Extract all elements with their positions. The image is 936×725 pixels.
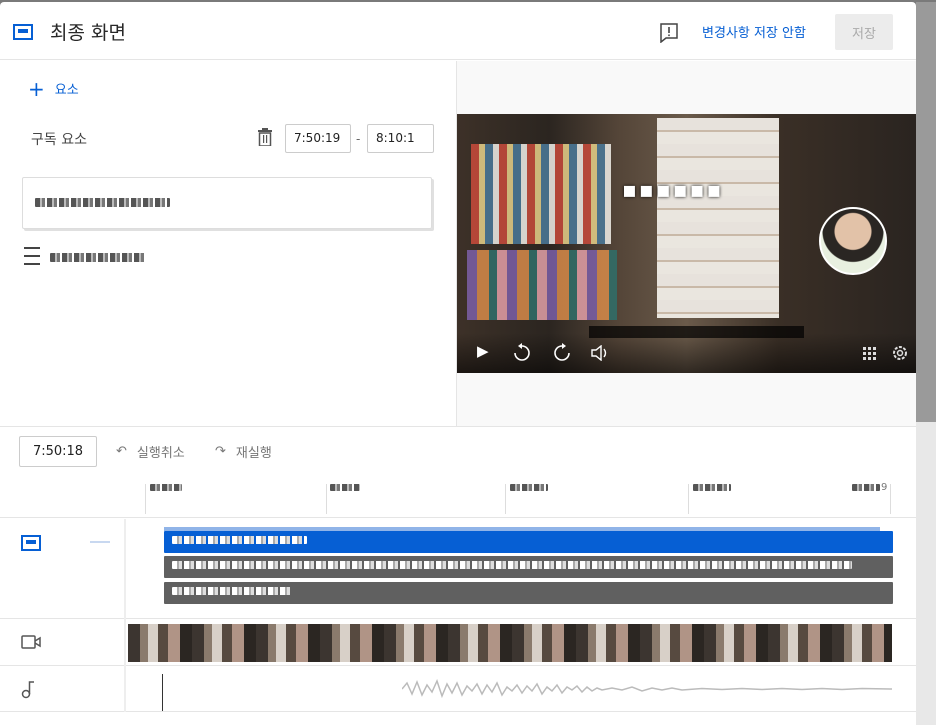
redo-button[interactable]: ↷ 재실행 <box>215 442 272 461</box>
ruler-tick <box>890 484 891 514</box>
ruler-tick <box>505 484 506 514</box>
plus-icon: + <box>28 76 45 101</box>
settings-icon[interactable] <box>891 344 909 362</box>
end-screen-track-icon <box>21 535 41 551</box>
subscribe-element-label: 구독 요소 <box>31 132 87 148</box>
elements-track <box>0 519 916 619</box>
ruler-tick <box>688 484 689 514</box>
audio-waveform <box>402 679 892 699</box>
ruler-label <box>852 484 880 491</box>
ruler-end-label: 9 <box>881 482 888 493</box>
timeline-toolbar: 7:50:18 ↶ 실행취소 ↷ 재실행 <box>0 426 916 478</box>
end-screen-icon <box>13 24 33 40</box>
subscribe-clip-selected[interactable] <box>164 531 893 553</box>
subscribe-avatar[interactable] <box>819 207 887 275</box>
redo-label: 재실행 <box>235 446 272 461</box>
ruler-tick <box>326 484 327 514</box>
video-element-thumbnail[interactable] <box>471 144 611 244</box>
current-time-input[interactable]: 7:50:18 <box>19 436 97 467</box>
background-overlay <box>916 2 936 725</box>
ruler-label <box>693 484 731 491</box>
elements-panel: + 요소 구독 요소 7:50:19 - 8:10:1 <box>0 61 456 426</box>
rewind-10-icon[interactable] <box>512 343 532 363</box>
video-filmstrip[interactable] <box>128 624 892 662</box>
volume-icon[interactable] <box>591 345 609 361</box>
undo-icon: ↶ <box>116 444 127 459</box>
video-select-field[interactable] <box>22 177 432 229</box>
range-separator: - <box>356 132 361 146</box>
video-clip-2[interactable] <box>164 582 893 604</box>
save-button[interactable]: 저장 <box>835 14 893 50</box>
background-poster <box>657 118 779 318</box>
redo-icon: ↷ <box>215 444 226 459</box>
end-screen-editor-dialog: 최종 화면 변경사항 저장 안함 저장 + 요소 구독 요소 7:50:19 -… <box>0 2 916 725</box>
ruler-label <box>150 484 182 491</box>
blurred-element-name <box>50 253 145 262</box>
forward-10-icon[interactable] <box>552 343 572 363</box>
play-icon[interactable]: ▶ <box>477 342 489 360</box>
add-element-label: 요소 <box>54 83 79 98</box>
audio-track-icon <box>21 681 34 699</box>
video-track-icon <box>21 635 41 649</box>
trash-icon[interactable] <box>258 128 272 146</box>
blurred-video-title <box>35 198 170 207</box>
playhead[interactable] <box>162 674 163 711</box>
grid-icon[interactable] <box>863 347 876 360</box>
add-element-button[interactable]: + 요소 <box>28 76 79 101</box>
page-title: 최종 화면 <box>50 22 126 44</box>
video-track <box>0 620 916 666</box>
video-controls: ▶ <box>457 333 916 373</box>
undo-label: 실행취소 <box>136 446 185 461</box>
overlay-text: ▪▪▪▪▪▪ <box>622 178 724 203</box>
undo-button[interactable]: ↶ 실행취소 <box>116 442 185 461</box>
ruler-label <box>510 484 548 491</box>
track-gutter <box>124 519 126 712</box>
start-time-input[interactable]: 7:50:19 <box>285 124 351 153</box>
video-clip[interactable] <box>164 556 893 578</box>
discard-changes-button[interactable]: 변경사항 저장 안함 <box>702 22 806 41</box>
audio-track <box>0 667 916 712</box>
end-time-input[interactable]: 8:10:1 <box>367 124 434 153</box>
list-icon <box>24 247 40 267</box>
ruler-label <box>330 484 360 491</box>
video-preview[interactable]: ▪▪▪▪▪▪ ▶ <box>457 114 916 373</box>
dialog-header: 최종 화면 변경사항 저장 안함 저장 <box>0 2 916 60</box>
timeline-ruler[interactable]: 9 <box>0 478 916 518</box>
track-marker <box>90 541 110 543</box>
feedback-icon[interactable] <box>660 23 678 43</box>
ruler-tick <box>145 484 146 514</box>
video-element-thumbnail-2[interactable] <box>467 250 617 320</box>
